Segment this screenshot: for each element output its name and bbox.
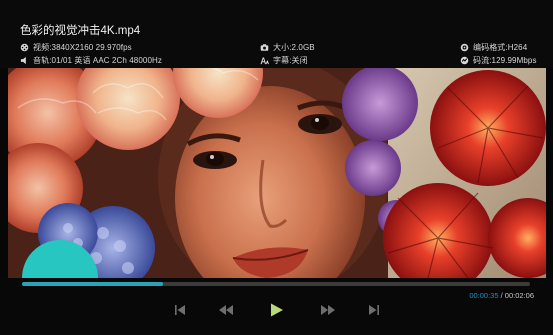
bitrate-icon: [460, 56, 469, 65]
skip-next-icon: [364, 300, 384, 320]
rewind-icon: [216, 300, 236, 320]
play-button[interactable]: [266, 300, 286, 320]
font-icon: [260, 56, 269, 65]
progress-bar[interactable]: [22, 282, 530, 286]
subtitle-info: 字幕:关闭: [260, 55, 308, 66]
film-reel-icon: [20, 43, 29, 52]
media-info-panel: 色彩的视觉冲击4K.mp4 视频:3840X2160 29.970fps 音轨:…: [0, 0, 553, 68]
bitrate-info: 码流:129.99Mbps: [460, 55, 537, 66]
progress-bar-fill: [22, 282, 163, 286]
bitrate-info-text: 码流:129.99Mbps: [473, 56, 537, 65]
fast-forward-button[interactable]: [318, 300, 338, 320]
video-frame[interactable]: [8, 68, 546, 278]
rewind-button[interactable]: [216, 300, 236, 320]
time-display: 00:00:35 / 00:02:06: [469, 291, 534, 300]
video-player: 色彩的视觉冲击4K.mp4 视频:3840X2160 29.970fps 音轨:…: [0, 0, 553, 335]
fast-forward-icon: [318, 300, 338, 320]
codec-info: 编码格式:H264: [460, 42, 527, 53]
video-title: 色彩的视觉冲击4K.mp4: [20, 25, 141, 37]
skip-previous-icon: [170, 300, 190, 320]
playback-controls: 00:00:35 / 00:02:06: [0, 278, 553, 335]
video-frame-image: [8, 68, 546, 278]
video-info-text: 视频:3840X2160 29.970fps: [33, 43, 132, 52]
skip-previous-button[interactable]: [170, 300, 190, 320]
subtitle-info-text: 字幕:关闭: [273, 56, 308, 65]
current-time: 00:00:35: [469, 291, 499, 300]
audio-info-text: 音轨:01/01 英语 AAC 2Ch 48000Hz: [33, 56, 162, 65]
video-info: 视频:3840X2160 29.970fps: [20, 42, 132, 53]
play-icon: [266, 300, 286, 320]
size-info: 大小:2.0GB: [260, 42, 315, 53]
audio-info: 音轨:01/01 英语 AAC 2Ch 48000Hz: [20, 55, 162, 66]
speaker-icon: [20, 56, 29, 65]
codec-info-text: 编码格式:H264: [473, 43, 528, 52]
skip-next-button[interactable]: [364, 300, 384, 320]
camera-icon: [260, 43, 269, 52]
total-time: 00:02:06: [504, 291, 534, 300]
codec-icon: [460, 43, 469, 52]
size-info-text: 大小:2.0GB: [273, 43, 315, 52]
